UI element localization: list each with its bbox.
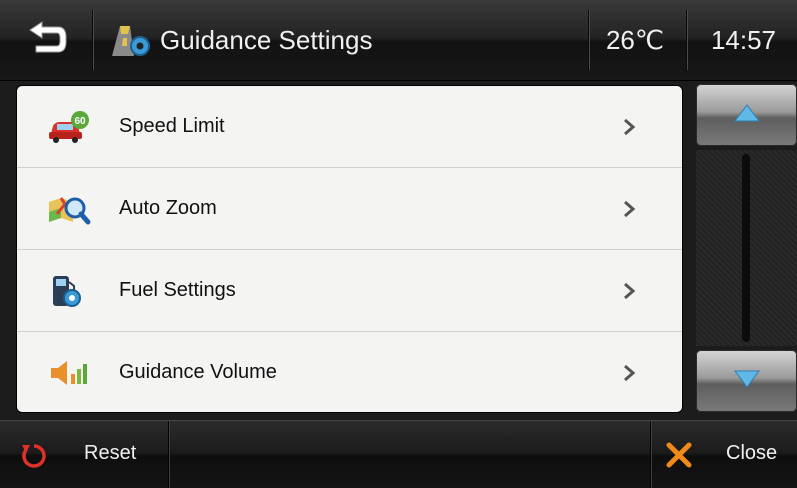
reset-button[interactable]: Reset [0, 420, 168, 487]
divider [92, 10, 94, 70]
close-label: Close [726, 442, 778, 464]
chevron-right-icon [624, 200, 636, 218]
scroll-down-button[interactable] [696, 350, 797, 412]
chevron-right-icon [624, 282, 636, 300]
list-item-label: Speed Limit [119, 115, 225, 137]
list-item-label: Auto Zoom [119, 197, 217, 219]
temperature-readout: 26℃ [605, 25, 665, 55]
chevron-right-icon [624, 118, 636, 136]
settings-list: 60 Speed Limit Auto Zoom Fuel Settings G… [17, 86, 682, 412]
auto-zoom-map-icon [49, 197, 91, 225]
clock-readout: 14:57 [710, 25, 777, 55]
list-item-label: Guidance Volume [119, 361, 277, 383]
reset-label: Reset [84, 442, 137, 464]
svg-text:60: 60 [74, 116, 86, 127]
scroll-up-button[interactable] [696, 84, 797, 146]
speaker-volume-icon [51, 361, 87, 385]
chevron-right-icon [624, 364, 636, 382]
close-button[interactable]: Close [652, 420, 797, 487]
arrow-down-icon [734, 370, 760, 388]
speed-limit-car-icon: 60 [49, 111, 89, 143]
divider [686, 10, 688, 70]
fuel-pump-gear-icon [53, 276, 81, 307]
arrow-up-icon [734, 104, 760, 122]
list-item-auto-zoom[interactable]: Auto Zoom [17, 168, 682, 250]
list-item-speed-limit[interactable]: 60 Speed Limit [17, 86, 682, 168]
list-item-label: Fuel Settings [119, 279, 236, 301]
back-arrow-icon [29, 21, 67, 53]
guidance-settings-icon [112, 26, 150, 56]
divider [168, 421, 170, 488]
back-button[interactable] [0, 0, 92, 80]
list-item-guidance-volume[interactable]: Guidance Volume [17, 332, 682, 412]
scrollbar[interactable] [742, 154, 750, 342]
list-item-fuel-settings[interactable]: Fuel Settings [17, 250, 682, 332]
page-title: Guidance Settings [160, 25, 373, 55]
reset-icon [22, 444, 46, 468]
close-icon [666, 442, 692, 468]
